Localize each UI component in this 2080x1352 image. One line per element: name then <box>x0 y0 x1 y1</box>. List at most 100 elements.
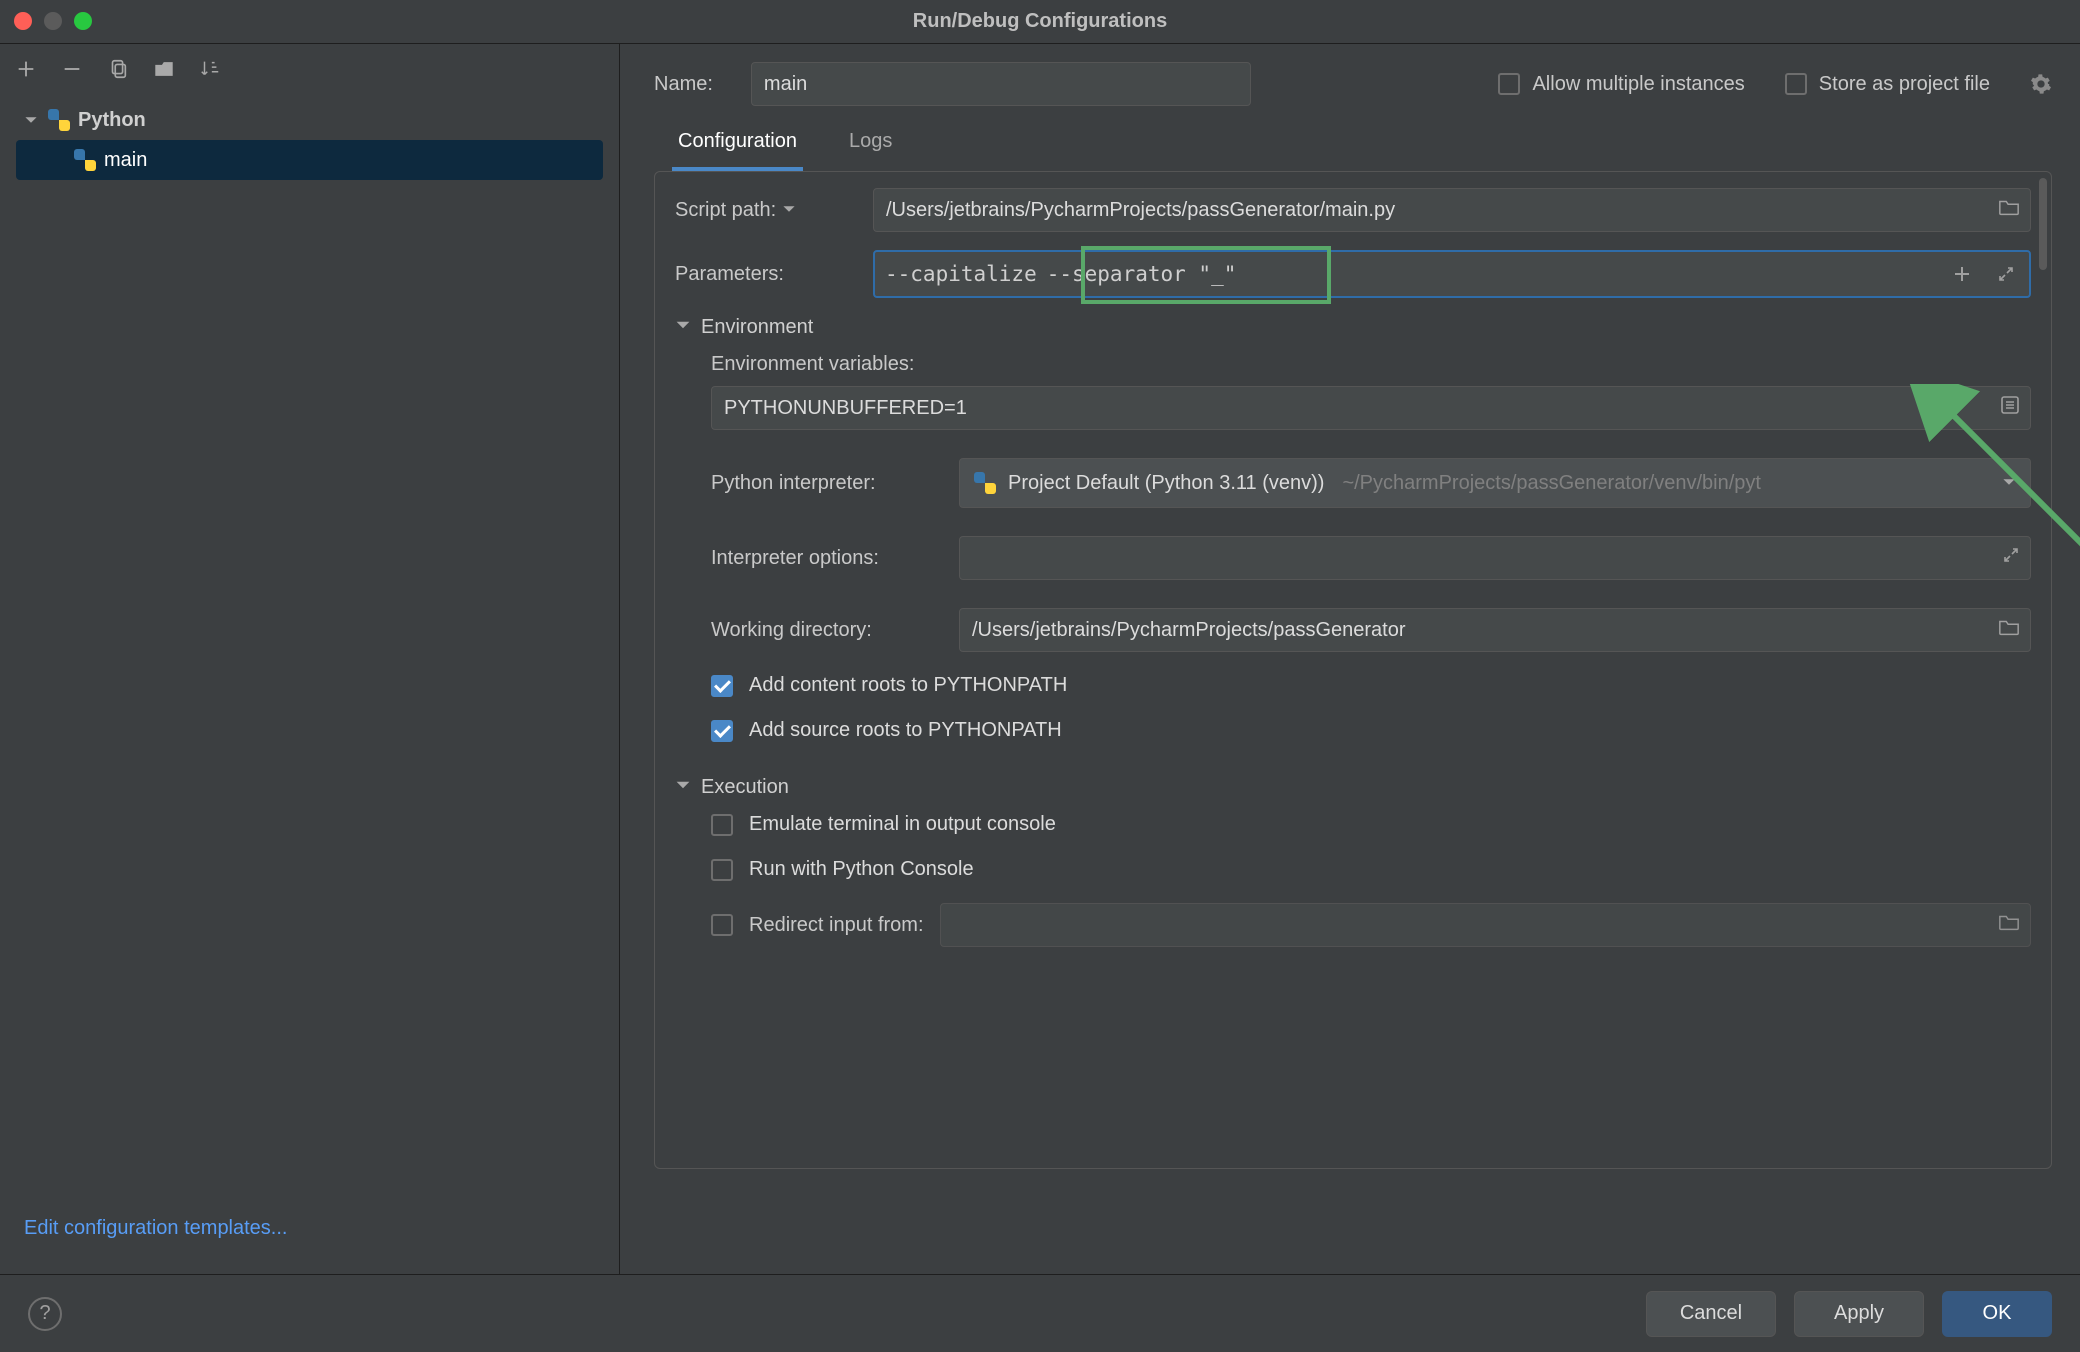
close-window-icon[interactable] <box>14 12 32 30</box>
tree-item-label: main <box>104 149 147 172</box>
working-dir-row: Working directory: /Users/jetbrains/Pych… <box>711 608 2031 652</box>
checkbox-icon <box>711 814 733 836</box>
allow-multiple-checkbox[interactable]: Allow multiple instances <box>1498 73 1744 96</box>
interpreter-value: Project Default (Python 3.11 (venv)) <box>1008 472 1324 495</box>
tab-logs[interactable]: Logs <box>843 120 898 171</box>
working-dir-value: /Users/jetbrains/PycharmProjects/passGen… <box>972 619 1406 642</box>
content-roots-label: Add content roots to PYTHONPATH <box>749 674 1067 697</box>
working-dir-label: Working directory: <box>711 619 939 642</box>
tabs: Configuration Logs <box>654 120 2052 171</box>
parameters-label: Parameters: <box>675 263 857 286</box>
checkbox-icon <box>1498 73 1520 95</box>
chevron-down-icon <box>22 113 40 127</box>
parameters-value-b: --separator "_" <box>1047 262 1237 286</box>
store-project-label: Store as project file <box>1819 73 1990 96</box>
environment-section-header[interactable]: Environment <box>675 316 2031 339</box>
python-console-label: Run with Python Console <box>749 858 974 881</box>
checkbox-icon <box>1785 73 1807 95</box>
interpreter-path-dim: ~/PycharmProjects/passGenerator/venv/bin… <box>1342 472 1761 495</box>
interpreter-options-field[interactable] <box>959 536 2031 580</box>
execution-section-label: Execution <box>701 776 789 799</box>
parameters-row: Parameters: --capitalize --separator "_" <box>675 250 2031 298</box>
name-value: main <box>764 73 807 96</box>
tree-group-label: Python <box>78 109 146 132</box>
environment-section-body: Environment variables: PYTHONUNBUFFERED=… <box>675 353 2031 742</box>
interpreter-options-label: Interpreter options: <box>711 547 939 570</box>
script-path-row: Script path: /Users/jetbrains/PycharmPro… <box>675 188 2031 232</box>
content-roots-checkbox[interactable]: Add content roots to PYTHONPATH <box>711 674 2031 697</box>
redirect-input-label: Redirect input from: <box>749 914 924 937</box>
apply-button[interactable]: Apply <box>1794 1291 1924 1337</box>
chevron-down-icon <box>2002 472 2016 495</box>
cancel-button[interactable]: Cancel <box>1646 1291 1776 1337</box>
checkbox-icon <box>711 859 733 881</box>
gear-icon[interactable] <box>2030 73 2052 95</box>
minimize-window-icon[interactable] <box>44 12 62 30</box>
environment-section-label: Environment <box>701 316 813 339</box>
allow-multiple-label: Allow multiple instances <box>1532 73 1744 96</box>
titlebar: Run/Debug Configurations <box>0 0 2080 44</box>
save-config-button[interactable] <box>152 57 176 81</box>
sidebar: Python main Edit configuration templates… <box>0 44 620 1274</box>
folder-icon[interactable] <box>1998 197 2020 223</box>
list-icon[interactable] <box>2000 395 2020 421</box>
script-path-value: /Users/jetbrains/PycharmProjects/passGen… <box>886 199 1395 222</box>
source-roots-label: Add source roots to PYTHONPATH <box>749 719 1062 742</box>
maximize-window-icon[interactable] <box>74 12 92 30</box>
chevron-down-icon <box>675 316 691 339</box>
window-controls <box>14 12 92 30</box>
expand-icon[interactable] <box>1993 261 2019 287</box>
sort-config-button[interactable] <box>198 57 222 81</box>
window-title: Run/Debug Configurations <box>0 10 2080 33</box>
name-row: Name: main Allow multiple instances Stor… <box>654 62 2052 106</box>
python-icon <box>974 472 996 494</box>
name-field[interactable]: main <box>751 62 1251 106</box>
interpreter-options-row: Interpreter options: <box>711 536 2031 580</box>
add-config-button[interactable] <box>14 57 38 81</box>
parameters-value-a: --capitalize <box>885 262 1037 286</box>
folder-icon[interactable] <box>1998 617 2020 643</box>
copy-config-button[interactable] <box>106 57 130 81</box>
redirect-input-row: Redirect input from: <box>711 903 2031 947</box>
interpreter-select[interactable]: Project Default (Python 3.11 (venv)) ~/P… <box>959 458 2031 508</box>
interpreter-label: Python interpreter: <box>711 472 939 495</box>
sidebar-toolbar <box>0 44 619 94</box>
python-icon <box>48 109 70 131</box>
env-vars-label: Environment variables: <box>711 353 2031 376</box>
remove-config-button[interactable] <box>60 57 84 81</box>
env-vars-field[interactable]: PYTHONUNBUFFERED=1 <box>711 386 2031 430</box>
interpreter-row: Python interpreter: Project Default (Pyt… <box>711 458 2031 508</box>
emulate-terminal-label: Emulate terminal in output console <box>749 813 1056 836</box>
help-button[interactable]: ? <box>28 1297 62 1331</box>
main-panel: Name: main Allow multiple instances Stor… <box>620 44 2080 1274</box>
checkbox-checked-icon <box>711 720 733 742</box>
scrollbar-thumb[interactable] <box>2039 178 2047 270</box>
store-project-checkbox[interactable]: Store as project file <box>1785 73 1990 96</box>
macros-button[interactable] <box>1949 261 1975 287</box>
tree-group-python[interactable]: Python <box>16 100 603 140</box>
config-tree: Python main <box>0 94 619 186</box>
chevron-down-icon <box>675 776 691 799</box>
dialog-footer: ? Cancel Apply OK <box>0 1274 2080 1352</box>
script-path-field[interactable]: /Users/jetbrains/PycharmProjects/passGen… <box>873 188 2031 232</box>
name-label: Name: <box>654 73 713 96</box>
edit-templates-link-container: Edit configuration templates... <box>0 1207 619 1264</box>
checkbox-checked-icon <box>711 675 733 697</box>
emulate-terminal-checkbox[interactable]: Emulate terminal in output console <box>711 813 2031 836</box>
redirect-input-field[interactable] <box>940 903 2031 947</box>
env-vars-value: PYTHONUNBUFFERED=1 <box>724 397 967 420</box>
checkbox-icon[interactable] <box>711 914 733 936</box>
expand-icon[interactable] <box>2002 546 2020 570</box>
tab-configuration[interactable]: Configuration <box>672 120 803 171</box>
edit-templates-link[interactable]: Edit configuration templates... <box>24 1217 287 1239</box>
python-console-checkbox[interactable]: Run with Python Console <box>711 858 2031 881</box>
folder-icon[interactable] <box>1998 912 2020 938</box>
ok-button[interactable]: OK <box>1942 1291 2052 1337</box>
configuration-pane: Script path: /Users/jetbrains/PycharmPro… <box>654 171 2052 1169</box>
source-roots-checkbox[interactable]: Add source roots to PYTHONPATH <box>711 719 2031 742</box>
execution-section-header[interactable]: Execution <box>675 776 2031 799</box>
parameters-field[interactable]: --capitalize --separator "_" <box>873 250 2031 298</box>
chevron-down-icon[interactable] <box>782 199 796 222</box>
working-dir-field[interactable]: /Users/jetbrains/PycharmProjects/passGen… <box>959 608 2031 652</box>
tree-item-main[interactable]: main <box>16 140 603 180</box>
